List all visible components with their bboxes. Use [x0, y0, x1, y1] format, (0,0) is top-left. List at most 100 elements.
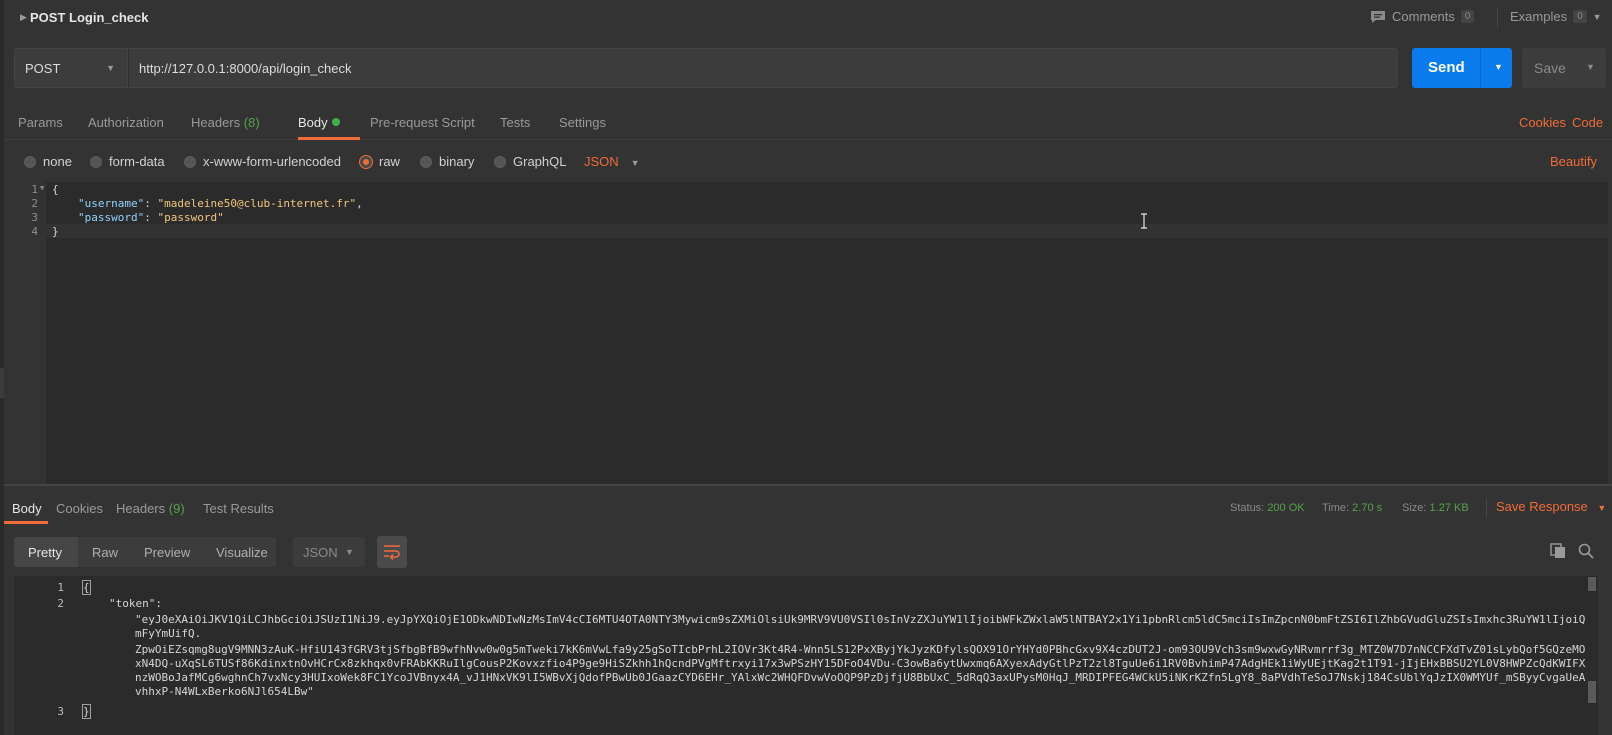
comments-button[interactable]: Comments 0	[1370, 9, 1475, 24]
save-response-label: Save Response	[1496, 499, 1588, 514]
resp-tab-headers[interactable]: Headers (9)	[116, 501, 185, 516]
time-stat[interactable]: Time: 2.70 s	[1322, 502, 1382, 514]
token-value-line: xN4DQ-uXqSL6TUSf86KdinxtnOvHCrCx8zkhqx0v…	[135, 657, 1586, 670]
fold-arrow-icon[interactable]: ▼	[40, 184, 44, 192]
radio-raw-circle	[360, 155, 372, 168]
pane-divider[interactable]	[4, 484, 1612, 486]
tab-authorization[interactable]: Authorization	[88, 115, 164, 130]
tab-params[interactable]: Params	[18, 115, 63, 130]
resp-tab-test-results[interactable]: Test Results	[203, 501, 274, 516]
wrap-lines-icon	[384, 545, 400, 560]
radio-none[interactable]: none	[24, 154, 72, 169]
line-number-gutter: 1 ▼ 2 3 4	[4, 182, 46, 484]
method-label: POST	[25, 61, 61, 76]
send-button[interactable]: Send ▼	[1412, 48, 1512, 88]
examples-label: Examples	[1510, 9, 1568, 24]
wrap-lines-button[interactable]	[377, 536, 407, 568]
tab-headers[interactable]: Headers (8)	[191, 115, 260, 130]
tab-headers-label: Headers	[191, 115, 241, 130]
active-tab-underline	[298, 137, 360, 140]
line-number: 3	[57, 705, 64, 718]
radio-form-data[interactable]: form-data	[90, 154, 165, 169]
radio-binary[interactable]: binary	[420, 154, 474, 169]
body-indicator-dot	[331, 118, 340, 126]
request-title[interactable]: POST Login_check	[30, 10, 148, 25]
chevron-down-icon: ▼	[1597, 503, 1607, 513]
resp-close-brace: }	[82, 704, 91, 719]
comments-count: 0	[1460, 10, 1475, 23]
tab-body-label: Body	[298, 115, 328, 130]
code-open-brace: {	[52, 183, 59, 196]
radio-graphql-label: GraphQL	[513, 154, 567, 169]
resp-active-tab-underline	[4, 521, 48, 524]
response-view-selector: Pretty Raw Preview Visualize	[14, 537, 276, 567]
radio-binary-circle	[420, 155, 432, 168]
tab-body[interactable]: Body	[298, 115, 340, 130]
beautify-link[interactable]: Beautify	[1550, 154, 1597, 169]
resp-tab-headers-label: Headers	[116, 501, 166, 516]
search-icon[interactable]	[1578, 543, 1594, 559]
response-tabs: Body Cookies Headers (9) Test Results St…	[4, 490, 1612, 524]
tab-headers-count: (8)	[243, 115, 260, 130]
save-button[interactable]: Save ▼	[1522, 48, 1606, 88]
size-stat[interactable]: Size: 1.27 KB	[1402, 502, 1469, 514]
body-format-label: JSON	[584, 154, 619, 169]
response-scrollbar[interactable]	[1588, 577, 1596, 727]
token-value-line: ZpwOiEZsqmg8ugV9MNN3zAuK-HfiU143fGRV3tjS…	[135, 643, 1586, 656]
text-cursor-icon	[1141, 213, 1147, 229]
request-body-editor[interactable]: 1 ▼ 2 3 4 { "username": "madeleine50@clu…	[4, 182, 1608, 484]
view-raw[interactable]: Raw	[92, 545, 118, 560]
send-label: Send	[1428, 59, 1465, 76]
time-value: 2.70 s	[1352, 502, 1383, 514]
response-format-select[interactable]: JSON ▼	[293, 537, 365, 567]
token-value-line: mFyYmUifQ.	[135, 627, 202, 640]
send-options-chevron-icon[interactable]: ▼	[1494, 62, 1503, 72]
chevron-down-icon: ▼	[1592, 11, 1602, 22]
cookies-link[interactable]: Cookies	[1519, 115, 1566, 130]
url-input[interactable]: http://127.0.0.1:8000/api/login_check	[128, 48, 1398, 88]
request-tabs: Params Authorization Headers (8) Body Pr…	[4, 104, 1612, 140]
save-response-button[interactable]: Save Response ▼	[1496, 499, 1606, 514]
tab-prerequest-script[interactable]: Pre-request Script	[370, 115, 475, 130]
body-format-select[interactable]: JSON ▼	[584, 154, 640, 169]
password-key: "password"	[78, 211, 145, 224]
radio-graphql[interactable]: GraphQL	[494, 154, 566, 169]
caret-right-icon[interactable]: ▶	[20, 12, 27, 23]
method-select[interactable]: POST ▼	[14, 48, 128, 88]
radio-raw[interactable]: raw	[360, 154, 400, 169]
save-label: Save	[1534, 60, 1566, 76]
radio-graphql-circle	[494, 155, 506, 168]
code-close-brace: }	[52, 225, 59, 238]
radio-none-label: none	[43, 154, 72, 169]
view-preview[interactable]: Preview	[144, 545, 190, 560]
radio-binary-label: binary	[439, 154, 475, 169]
radio-raw-label: raw	[379, 154, 400, 169]
code-line-username: "username": "madeleine50@club-internet.f…	[78, 197, 363, 210]
copy-icon[interactable]	[1550, 543, 1566, 559]
resp-open-brace: {	[82, 580, 91, 595]
resp-tab-body[interactable]: Body	[12, 501, 42, 516]
tab-settings[interactable]: Settings	[559, 115, 606, 130]
scrollbar-thumb[interactable]	[1588, 577, 1596, 591]
line-number: 4	[31, 225, 38, 238]
tab-tests[interactable]: Tests	[500, 115, 530, 130]
chevron-down-icon: ▼	[345, 547, 354, 557]
radio-form-data-circle	[90, 155, 102, 168]
current-line-highlight	[46, 224, 1608, 238]
line-number: 2	[31, 197, 38, 210]
radio-urlencoded[interactable]: x-www-form-urlencoded	[184, 154, 341, 169]
code-link[interactable]: Code	[1572, 115, 1603, 130]
radio-urlencoded-label: x-www-form-urlencoded	[203, 154, 341, 169]
response-divider	[1486, 498, 1487, 518]
token-value-line: vhhxP-N4WLxBerko6NJl654LBw"	[135, 685, 314, 698]
size-value: 1.27 KB	[1429, 502, 1469, 514]
send-divider	[1480, 48, 1481, 88]
view-pretty[interactable]: Pretty	[28, 545, 62, 560]
scrollbar-thumb-lower[interactable]	[1588, 681, 1596, 703]
view-visualize[interactable]: Visualize	[216, 545, 268, 560]
resp-tab-cookies[interactable]: Cookies	[56, 501, 103, 516]
response-body-viewer[interactable]: 1 2 3 { "token": "eyJ0eXAiOiJKV1QiLCJhbG…	[14, 576, 1598, 735]
save-options-chevron-icon[interactable]: ▼	[1586, 62, 1595, 72]
token-key: "token":	[109, 597, 162, 610]
examples-button[interactable]: Examples 0 ▼	[1510, 9, 1602, 24]
